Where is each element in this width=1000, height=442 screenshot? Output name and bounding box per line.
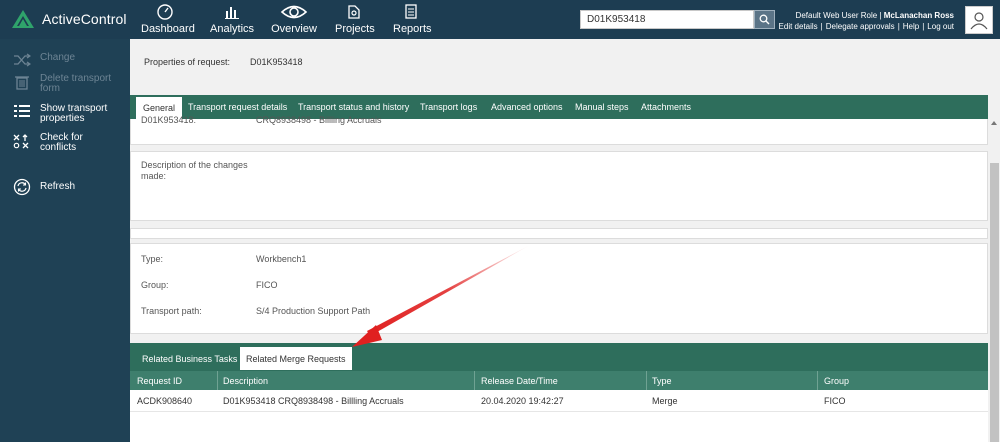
gauge-icon [157, 4, 173, 20]
cell-type: Merge [652, 396, 678, 406]
eye-icon [280, 5, 308, 19]
user-name: McLanachan Ross [883, 11, 954, 20]
sidebar-item-label: Show transport properties [40, 103, 108, 124]
column-header-group[interactable]: Group [824, 371, 849, 390]
nav-reports-label: Reports [393, 23, 432, 35]
nav-projects-label: Projects [335, 23, 375, 35]
cell-release-date: 20.04.2020 19:42:27 [481, 396, 564, 406]
bar-chart-icon [225, 7, 239, 19]
shuffle-icon [14, 53, 31, 67]
nav-overview-label: Overview [271, 23, 317, 35]
activecontrol-logo-icon [12, 10, 34, 28]
properties-icon [14, 105, 30, 117]
nav-dashboard[interactable]: Dashboard [141, 2, 195, 38]
sidebar-item-check-for-conflicts[interactable]: Check for conflicts [0, 133, 130, 153]
sidebar-item-label: Change [40, 52, 76, 63]
description-label: Description of the changes made: [141, 160, 248, 181]
properties-header [130, 39, 988, 95]
nav-analytics-label: Analytics [210, 23, 255, 35]
logout-link[interactable]: Log out [927, 22, 954, 31]
tab-manual-steps[interactable]: Manual steps [568, 96, 636, 118]
refresh-icon [13, 178, 31, 196]
sidebar: Change Delete transport form Show transp… [0, 39, 130, 442]
transport-path-label: Transport path: [141, 306, 202, 316]
column-divider [474, 371, 475, 390]
nav-analytics[interactable]: Analytics [210, 2, 254, 38]
app-logo[interactable]: ActiveControl [12, 10, 127, 28]
sidebar-item-delete-transport-form[interactable]: Delete transport form [0, 74, 130, 94]
table-empty-area [130, 412, 988, 442]
help-link[interactable]: Help [903, 22, 919, 31]
nav-dashboard-label: Dashboard [141, 23, 195, 35]
nav-overview[interactable]: Overview [271, 2, 317, 38]
nav-reports[interactable]: Reports [393, 2, 432, 38]
sidebar-item-label: Check for conflicts [40, 132, 83, 153]
cell-request-id: ACDK908640 [137, 396, 193, 406]
annotation-arrow-icon [352, 245, 530, 347]
description-panel [130, 151, 988, 221]
group-value: FICO [256, 280, 278, 290]
conflicts-icon [13, 134, 29, 149]
app-name: ActiveControl [42, 11, 127, 27]
sidebar-item-label: Refresh [40, 181, 76, 192]
user-role: Default Web User Role [795, 11, 878, 20]
scroll-up-arrow-icon[interactable] [991, 121, 997, 125]
search-input[interactable] [580, 10, 754, 29]
column-header-release-date[interactable]: Release Date/Time [481, 371, 558, 390]
properties-value: D01K953418 [250, 57, 303, 67]
type-label: Type: [141, 254, 164, 264]
report-icon [405, 4, 417, 19]
nav-projects[interactable]: Projects [335, 2, 375, 38]
request-id-label: D01K953418: [141, 115, 197, 125]
type-value: Workbench1 [256, 254, 307, 264]
scrollbar-thumb[interactable] [990, 163, 999, 442]
edit-details-link[interactable]: Edit details [779, 22, 818, 31]
user-info: Default Web User Role | McLanachan Ross [795, 11, 954, 20]
search-icon [759, 14, 770, 25]
folder-icon [348, 5, 360, 19]
properties-label: Properties of request: [144, 57, 231, 67]
tab-related-business-tasks[interactable]: Related Business Tasks [136, 348, 243, 369]
search-button[interactable] [754, 10, 775, 29]
cell-description: D01K953418 CRQ8938498 - Billling Accrual… [223, 396, 404, 406]
cell-group: FICO [824, 396, 846, 406]
sidebar-item-label: Delete transport form [40, 73, 112, 94]
avatar[interactable] [965, 6, 993, 34]
column-divider [217, 371, 218, 390]
column-divider [646, 371, 647, 390]
tab-advanced-options[interactable]: Advanced options [484, 96, 570, 118]
spacer-panel [130, 228, 988, 239]
sidebar-item-change[interactable]: Change [0, 53, 130, 67]
user-icon [970, 12, 988, 30]
top-navigation-bar: ActiveControl Dashboard Analytics Overvi… [0, 0, 1000, 39]
sidebar-item-show-transport-properties[interactable]: Show transport properties [0, 104, 130, 124]
column-header-request-id[interactable]: Request ID [137, 371, 182, 390]
request-text-value: CRQ8938498 - Billling Accruals [256, 115, 382, 125]
delegate-approvals-link[interactable]: Delegate approvals [826, 22, 895, 31]
sidebar-item-refresh[interactable]: Refresh [0, 178, 130, 196]
column-header-description[interactable]: Description [223, 371, 268, 390]
column-header-type[interactable]: Type [652, 371, 672, 390]
tab-attachments[interactable]: Attachments [634, 96, 698, 118]
group-label: Group: [141, 280, 169, 290]
trash-icon [15, 76, 29, 90]
column-divider [817, 371, 818, 390]
tab-transport-logs[interactable]: Transport logs [413, 96, 484, 118]
user-links: Edit details | Delegate approvals | Help | Log… [778, 22, 954, 31]
